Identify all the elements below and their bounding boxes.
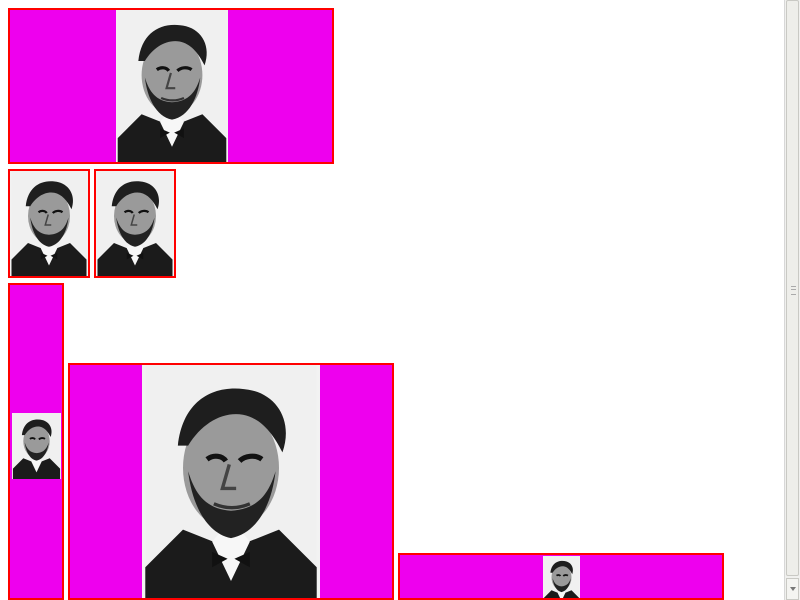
lincoln-portrait-icon bbox=[543, 556, 580, 598]
scroll-down-arrow-icon[interactable] bbox=[786, 578, 799, 600]
scroll-thumb-grip-icon bbox=[791, 286, 796, 295]
lincoln-portrait-icon bbox=[96, 171, 174, 276]
image-box-tall-left bbox=[8, 283, 64, 600]
lincoln-portrait-icon bbox=[10, 171, 88, 276]
page-canvas bbox=[0, 0, 800, 600]
image-box-small-left bbox=[8, 169, 90, 278]
image-box-large-center bbox=[68, 363, 394, 600]
image-box-wide-bottom bbox=[398, 553, 724, 600]
image-box-wide-top bbox=[8, 8, 334, 164]
lincoln-portrait-icon bbox=[12, 413, 61, 479]
vertical-scrollbar[interactable] bbox=[784, 0, 800, 600]
scroll-thumb[interactable] bbox=[786, 0, 799, 576]
image-box-small-right bbox=[94, 169, 176, 278]
lincoln-portrait-icon bbox=[142, 365, 320, 598]
lincoln-portrait-icon bbox=[116, 10, 228, 162]
